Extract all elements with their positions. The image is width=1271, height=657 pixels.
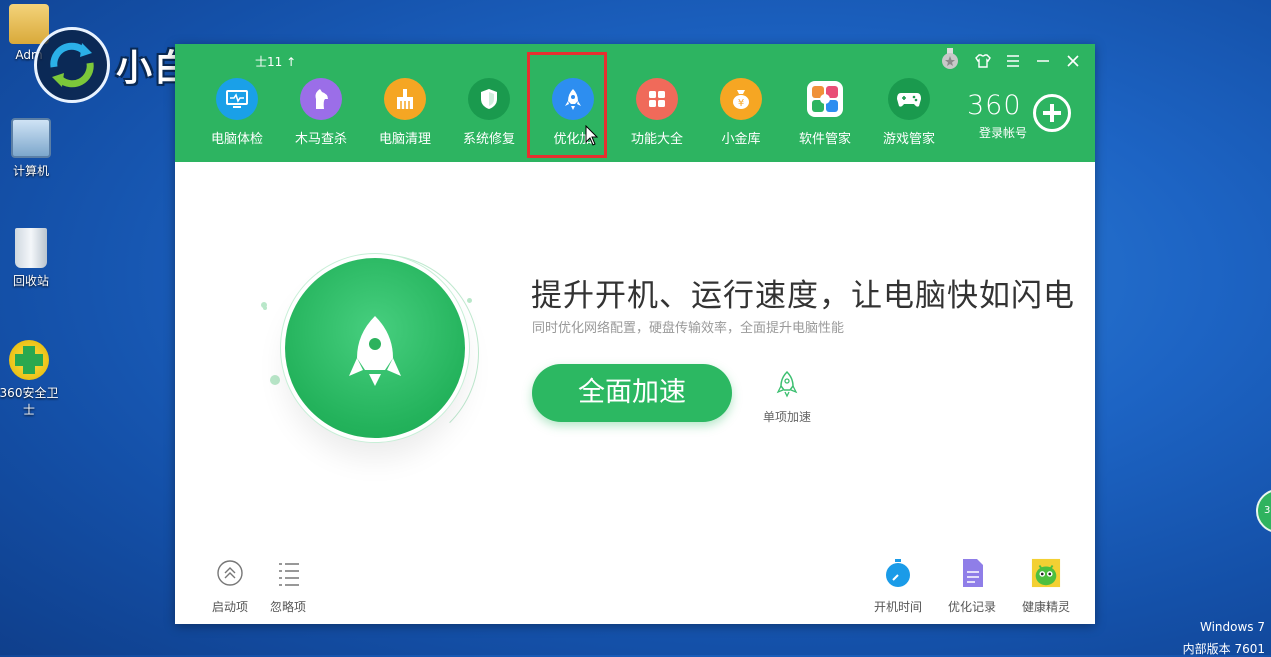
sprite-icon (1031, 558, 1061, 588)
health-sprite-button[interactable]: 健康精灵 (1016, 558, 1076, 615)
footer-label: 开机时间 (873, 600, 922, 614)
tab-label: 软件管家 (798, 132, 851, 147)
footer-label: 健康精灵 (1021, 600, 1070, 614)
sync-arrows-icon (34, 27, 110, 103)
desktop-icon-computer[interactable]: 计算机 (0, 118, 66, 179)
upgrade-arrow-icon: ↑ (286, 55, 297, 69)
tab-label: 小金库 (721, 132, 761, 147)
desktop-icon-recycle-bin[interactable]: 回收站 (0, 228, 66, 289)
windows-edition: Windows 7 (1199, 620, 1265, 634)
floating-360-badge[interactable]: 360 (1256, 489, 1271, 533)
tab-label: 电脑清理 (378, 132, 431, 147)
360-safe-icon (9, 340, 49, 380)
minimize-icon[interactable] (1033, 52, 1053, 72)
tab-game-manager[interactable]: 游戏管家 (867, 78, 951, 156)
rocket-outline-icon (776, 370, 798, 398)
list-icon (279, 563, 299, 586)
tab-software-manager[interactable]: 软件管家 (783, 78, 867, 156)
tab-label: 木马查杀 (294, 132, 347, 147)
main-tabs: 电脑体检 木马查杀 电脑清理 系统修复 优化加 功能大全 ¥ 小金库 软件管家 … (195, 52, 951, 158)
tab-label: 系统修复 (462, 132, 515, 147)
tab-small-vault[interactable]: ¥ 小金库 (699, 78, 783, 156)
app-window: 士11 ↑ 电脑体检 木马查杀 电脑清理 系统修复 优化加 功能大全 ¥ 小金库… (175, 44, 1095, 624)
footer-label: 启动项 (211, 600, 248, 614)
360-brand-text: 360 (967, 90, 1022, 121)
page-subheadline: 同时优化网络配置，硬盘传输效率，全面提升电脑性能 (532, 321, 845, 336)
gamepad-icon (888, 78, 930, 120)
rocket-icon (349, 316, 401, 386)
single-accelerate-label: 单项加速 (762, 410, 811, 424)
tab-optimize-accelerate[interactable]: 优化加 (527, 52, 615, 158)
tab-pc-cleanup[interactable]: 电脑清理 (363, 78, 447, 156)
monitor-icon (216, 78, 258, 120)
window-controls (973, 52, 1083, 72)
optimize-records-button[interactable]: 优化记录 (942, 558, 1002, 615)
recycle-bin-icon (15, 228, 47, 268)
desktop-icon-label: 360安全卫士 (0, 386, 59, 417)
tab-label: 电脑体检 (210, 132, 263, 147)
skin-shirt-icon[interactable] (973, 52, 993, 72)
login-account-label: 登录帐号 (979, 126, 1028, 140)
desktop-icon-360[interactable]: 360安全卫士 (0, 340, 64, 418)
plus-logo-icon (1033, 94, 1071, 132)
tab-pc-checkup[interactable]: 电脑体检 (195, 78, 279, 156)
shield-icon (468, 78, 510, 120)
apps-icon (807, 81, 843, 117)
menu-icon[interactable] (1003, 52, 1023, 72)
version-text: 士11 (255, 55, 283, 69)
stopwatch-icon (886, 559, 910, 587)
svg-text:¥: ¥ (738, 98, 744, 109)
footer-label: 优化记录 (947, 600, 996, 614)
tab-all-features[interactable]: 功能大全 (615, 78, 699, 156)
desktop-icon-label: 回收站 (12, 274, 49, 288)
horse-icon (300, 78, 342, 120)
document-icon (963, 559, 983, 587)
rocket-icon (552, 78, 594, 120)
chevrons-up-icon (217, 560, 243, 586)
decor-dot (263, 306, 267, 310)
hero-rocket-circle (285, 258, 465, 438)
login-account[interactable]: 360 登录帐号 (965, 88, 1085, 148)
tab-label: 优化加 (553, 132, 593, 147)
startup-items-button[interactable]: 启动项 (200, 558, 260, 615)
boot-time-button[interactable]: 开机时间 (868, 558, 928, 615)
close-icon[interactable] (1063, 52, 1083, 72)
grid-icon (636, 78, 678, 120)
broom-icon (384, 78, 426, 120)
ignored-items-button[interactable]: 忽略项 (258, 558, 318, 615)
tab-system-repair[interactable]: 系统修复 (447, 78, 531, 156)
version-label: 士11 ↑ (255, 53, 296, 70)
app-header: 士11 ↑ 电脑体检 木马查杀 电脑清理 系统修复 优化加 功能大全 ¥ 小金库… (175, 44, 1095, 162)
decor-dot (467, 298, 472, 303)
windows-build: 内部版本 7601 (1182, 642, 1265, 656)
full-accelerate-button[interactable]: 全面加速 (532, 364, 732, 422)
coin-icon: ¥ (720, 78, 762, 120)
decor-dot (270, 375, 280, 385)
tab-trojan-scan[interactable]: 木马查杀 (279, 78, 363, 156)
footer-label: 忽略项 (269, 600, 306, 614)
medal-icon[interactable] (941, 48, 959, 70)
page-headline: 提升开机、运行速度，让电脑快如闪电 (531, 278, 1075, 314)
mouse-cursor-icon (585, 125, 599, 146)
tab-label: 功能大全 (630, 132, 683, 147)
desktop-icon-label: 计算机 (12, 164, 49, 178)
single-accelerate-button[interactable]: 单项加速 (759, 370, 815, 425)
computer-icon (11, 118, 51, 158)
tab-label: 游戏管家 (882, 132, 935, 147)
